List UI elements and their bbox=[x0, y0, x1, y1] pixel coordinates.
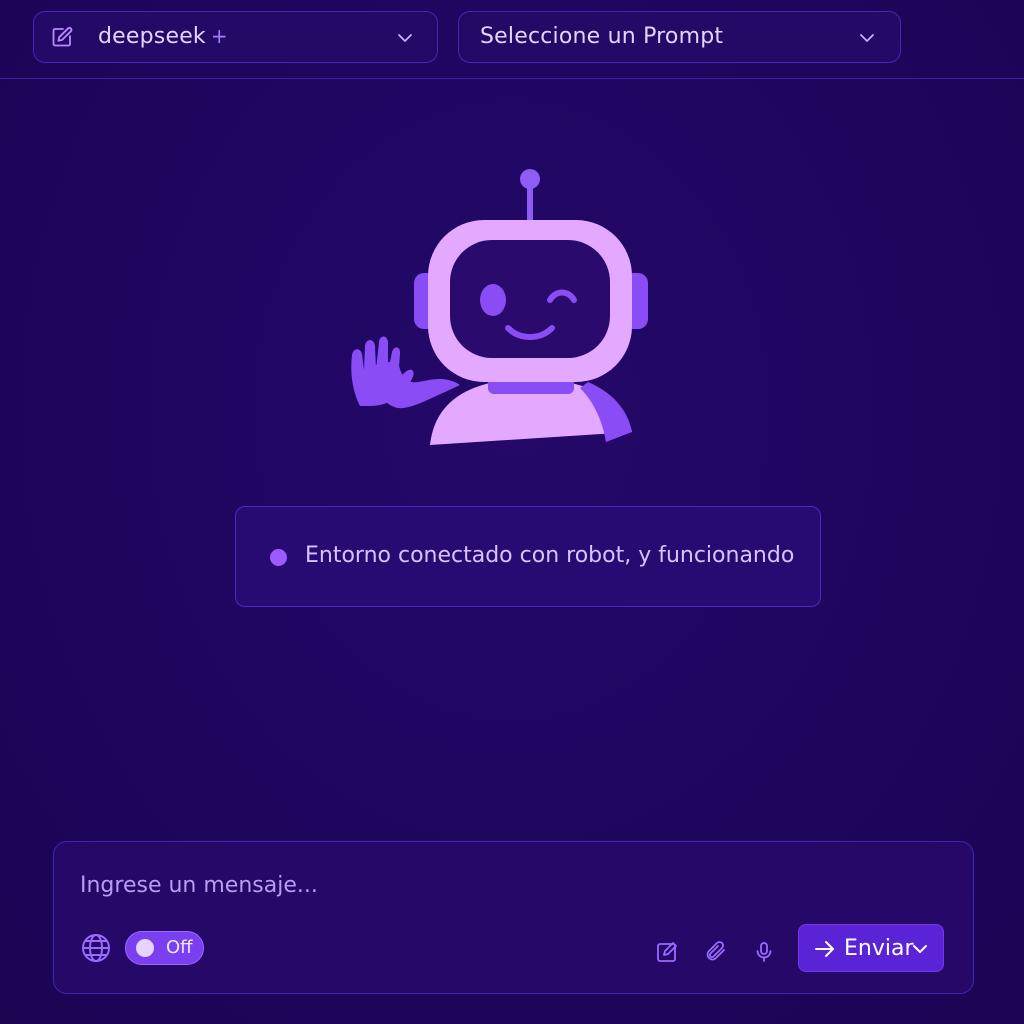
status-message: Entorno conectado con robot, y funcionan… bbox=[305, 543, 795, 568]
globe-icon[interactable] bbox=[80, 932, 112, 964]
toggle-state-label: Off bbox=[166, 937, 193, 958]
chevron-down-icon bbox=[860, 34, 874, 42]
message-input[interactable] bbox=[78, 864, 782, 906]
model-select[interactable]: deepseek + bbox=[33, 11, 438, 63]
attach-icon[interactable] bbox=[704, 940, 728, 964]
status-indicator-dot bbox=[270, 549, 287, 566]
edit-square-icon bbox=[52, 27, 73, 47]
mic-icon[interactable] bbox=[752, 940, 776, 964]
prompt-select-value: Seleccione un Prompt bbox=[480, 24, 724, 49]
robot-illustration bbox=[351, 169, 648, 445]
chevron-down-icon bbox=[398, 34, 412, 42]
send-button[interactable]: Enviar bbox=[798, 924, 944, 972]
chevron-down-icon bbox=[913, 945, 927, 953]
arrow-right-icon bbox=[815, 941, 834, 957]
top-bar: deepseek + Seleccione un Prompt bbox=[0, 0, 1024, 79]
web-search-toggle[interactable]: Off bbox=[125, 931, 204, 965]
send-button-label: Enviar bbox=[844, 936, 914, 961]
model-select-value: deepseek bbox=[98, 24, 206, 49]
toggle-knob bbox=[136, 939, 154, 957]
edit-icon[interactable] bbox=[655, 940, 679, 964]
model-plus-badge: + bbox=[210, 24, 228, 48]
app-window: deepseek + Seleccione un Prompt Entorno … bbox=[0, 0, 1024, 1024]
prompt-select[interactable]: Seleccione un Prompt bbox=[458, 11, 901, 63]
